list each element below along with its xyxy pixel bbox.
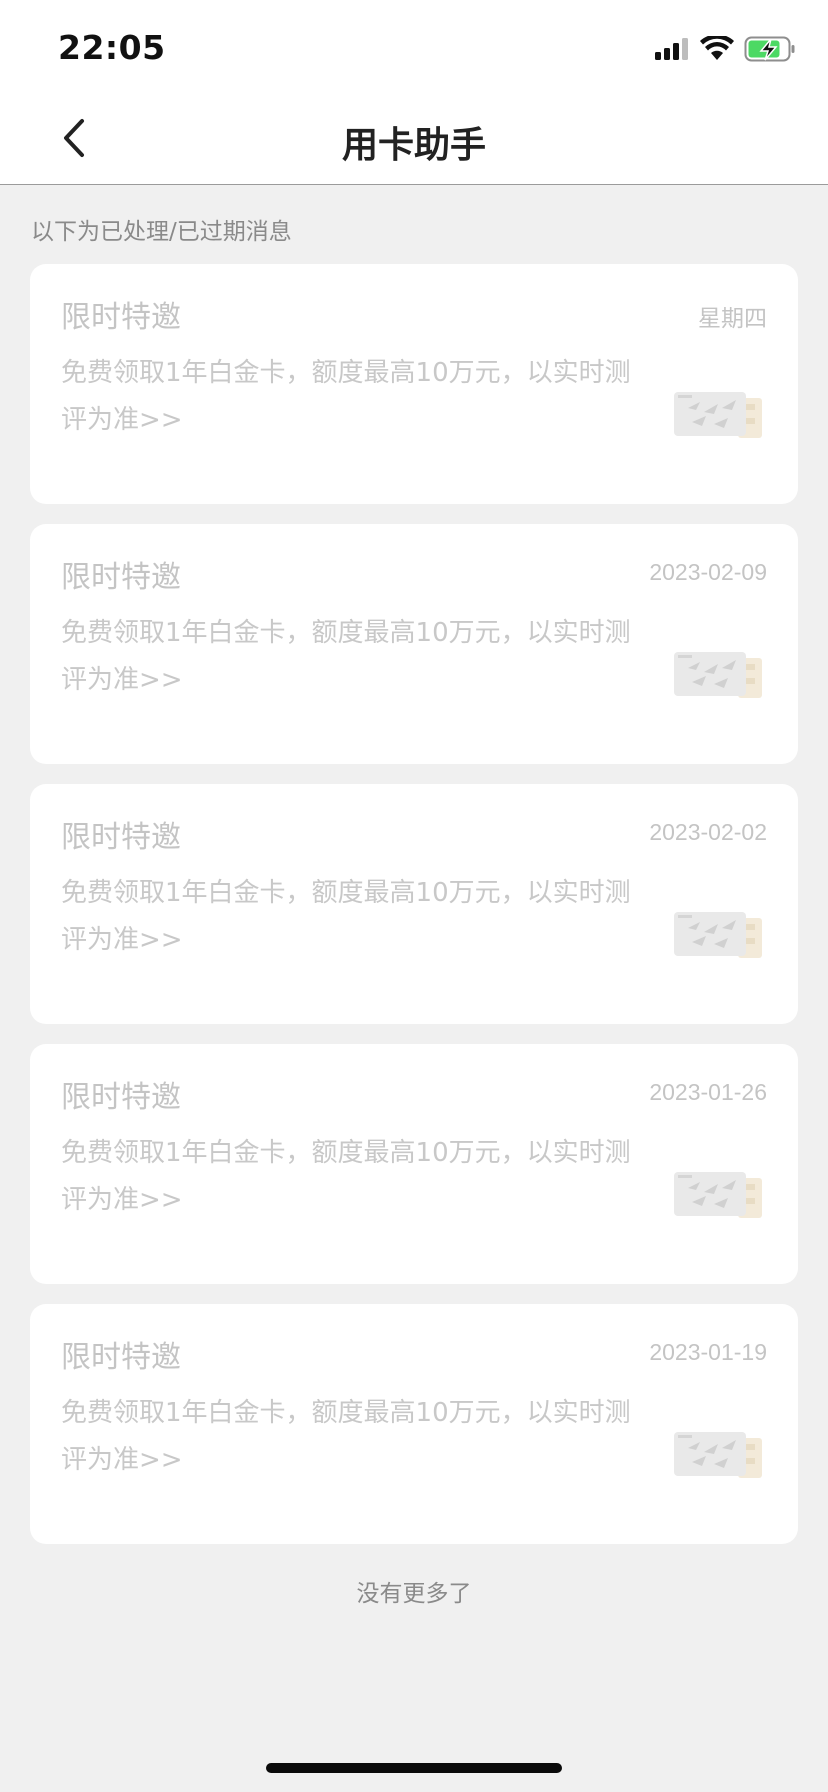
card-description: 免费领取1年白金卡，额度最高10万元，以实时测评为准>> xyxy=(61,1398,631,1475)
message-card[interactable]: 限时特邀 2023-02-09 免费领取1年白金卡，额度最高10万元，以实时测评… xyxy=(30,524,798,764)
section-note: 以下为已处理/已过期消息 xyxy=(31,219,292,245)
card-title: 限时特邀 xyxy=(61,560,181,595)
message-card[interactable]: 限时特邀 星期四 免费领取1年白金卡，额度最高10万元，以实时测评为准>> xyxy=(30,264,798,504)
credit-card-image xyxy=(674,908,764,960)
card-date: 星期四 xyxy=(698,305,767,331)
page-title: 用卡助手 xyxy=(341,125,486,166)
card-title: 限时特邀 xyxy=(61,300,181,335)
credit-card-image xyxy=(674,1428,764,1480)
credit-card-image xyxy=(674,388,764,440)
no-more-text: 没有更多了 xyxy=(356,1581,472,1607)
message-card[interactable]: 限时特邀 2023-02-02 免费领取1年白金卡，额度最高10万元，以实时测评… xyxy=(30,784,798,1024)
card-title: 限时特邀 xyxy=(61,820,181,855)
status-icons xyxy=(654,34,796,66)
home-indicator[interactable] xyxy=(266,1763,562,1773)
card-date: 2023-01-26 xyxy=(649,1079,767,1105)
card-date: 2023-02-09 xyxy=(649,559,767,585)
battery-charging-icon xyxy=(744,36,796,66)
card-description: 免费领取1年白金卡，额度最高10万元，以实时测评为准>> xyxy=(61,358,631,435)
credit-card-image xyxy=(674,1168,764,1220)
signal-icon xyxy=(654,37,690,65)
card-title: 限时特邀 xyxy=(61,1340,181,1375)
message-card[interactable]: 限时特邀 2023-01-26 免费领取1年白金卡，额度最高10万元，以实时测评… xyxy=(30,1044,798,1284)
nav-bar: 用卡助手 xyxy=(0,96,828,185)
message-card[interactable]: 限时特邀 2023-01-19 免费领取1年白金卡，额度最高10万元，以实时测评… xyxy=(30,1304,798,1544)
card-description: 免费领取1年白金卡，额度最高10万元，以实时测评为准>> xyxy=(61,878,631,955)
card-date: 2023-01-19 xyxy=(649,1339,767,1365)
card-title: 限时特邀 xyxy=(61,1080,181,1115)
card-description: 免费领取1年白金卡，额度最高10万元，以实时测评为准>> xyxy=(61,618,631,695)
message-list: 限时特邀 星期四 免费领取1年白金卡，额度最高10万元，以实时测评为准>> 限时… xyxy=(30,264,798,1564)
status-time: 22:05 xyxy=(58,28,166,67)
status-bar: 22:05 xyxy=(0,0,828,96)
credit-card-image xyxy=(674,648,764,700)
wifi-icon xyxy=(700,34,734,66)
card-date: 2023-02-02 xyxy=(649,819,767,845)
card-description: 免费领取1年白金卡，额度最高10万元，以实时测评为准>> xyxy=(61,1138,631,1215)
